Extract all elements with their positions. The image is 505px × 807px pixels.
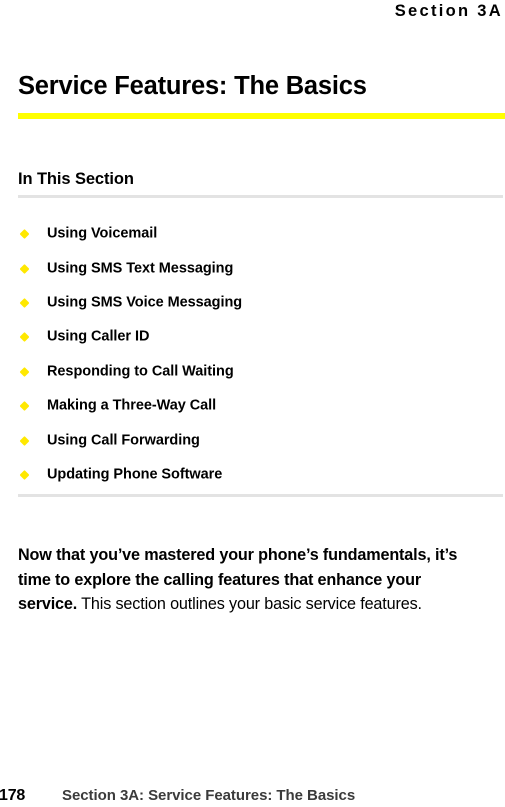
page-title: Service Features: The Basics bbox=[18, 72, 367, 100]
list-item[interactable]: Using SMS Voice Messaging bbox=[18, 286, 488, 320]
list-item-label: Responding to Call Waiting bbox=[47, 363, 234, 380]
diamond-bullet-icon bbox=[19, 366, 30, 377]
diamond-bullet-icon bbox=[19, 297, 30, 308]
list-item-label: Using SMS Text Messaging bbox=[47, 260, 234, 277]
divider-below-list bbox=[18, 494, 503, 497]
list-item[interactable]: Making a Three-Way Call bbox=[18, 389, 488, 423]
intro-paragraph: Now that you’ve mastered your phone’s fu… bbox=[18, 543, 470, 617]
diamond-bullet-icon bbox=[19, 435, 30, 446]
list-item-label: Using Caller ID bbox=[47, 328, 150, 345]
page-footer: 178 Section 3A: Service Features: The Ba… bbox=[0, 781, 505, 807]
title-accent-rule bbox=[18, 113, 505, 119]
footer-section-label: Section 3A: Service Features: The Basics bbox=[62, 787, 356, 804]
diamond-bullet-icon bbox=[19, 401, 30, 412]
list-item[interactable]: Responding to Call Waiting bbox=[18, 355, 488, 389]
divider-above-list bbox=[18, 195, 503, 198]
diamond-bullet-icon bbox=[19, 263, 30, 274]
list-item[interactable]: Using Caller ID bbox=[18, 320, 488, 354]
intro-body-text: This section outlines your basic service… bbox=[77, 595, 422, 614]
in-this-section-list: Using Voicemail Using SMS Text Messaging… bbox=[18, 217, 488, 492]
document-page: Section 3A Service Features: The Basics … bbox=[0, 0, 505, 807]
list-item[interactable]: Using SMS Text Messaging bbox=[18, 251, 488, 285]
list-item-label: Using Call Forwarding bbox=[47, 432, 200, 449]
diamond-bullet-icon bbox=[19, 469, 30, 480]
list-item-label: Using SMS Voice Messaging bbox=[47, 294, 243, 311]
diamond-bullet-icon bbox=[19, 332, 30, 343]
list-item[interactable]: Using Call Forwarding bbox=[18, 423, 488, 457]
list-item-label: Using Voicemail bbox=[47, 225, 158, 242]
page-number: 178 bbox=[0, 787, 26, 804]
list-item-label: Updating Phone Software bbox=[47, 466, 223, 483]
list-item[interactable]: Using Voicemail bbox=[18, 217, 488, 251]
list-item-label: Making a Three-Way Call bbox=[47, 397, 217, 414]
in-this-section-heading: In This Section bbox=[18, 170, 134, 188]
list-item[interactable]: Updating Phone Software bbox=[18, 458, 488, 492]
diamond-bullet-icon bbox=[19, 229, 30, 240]
running-head: Section 3A bbox=[394, 2, 503, 20]
